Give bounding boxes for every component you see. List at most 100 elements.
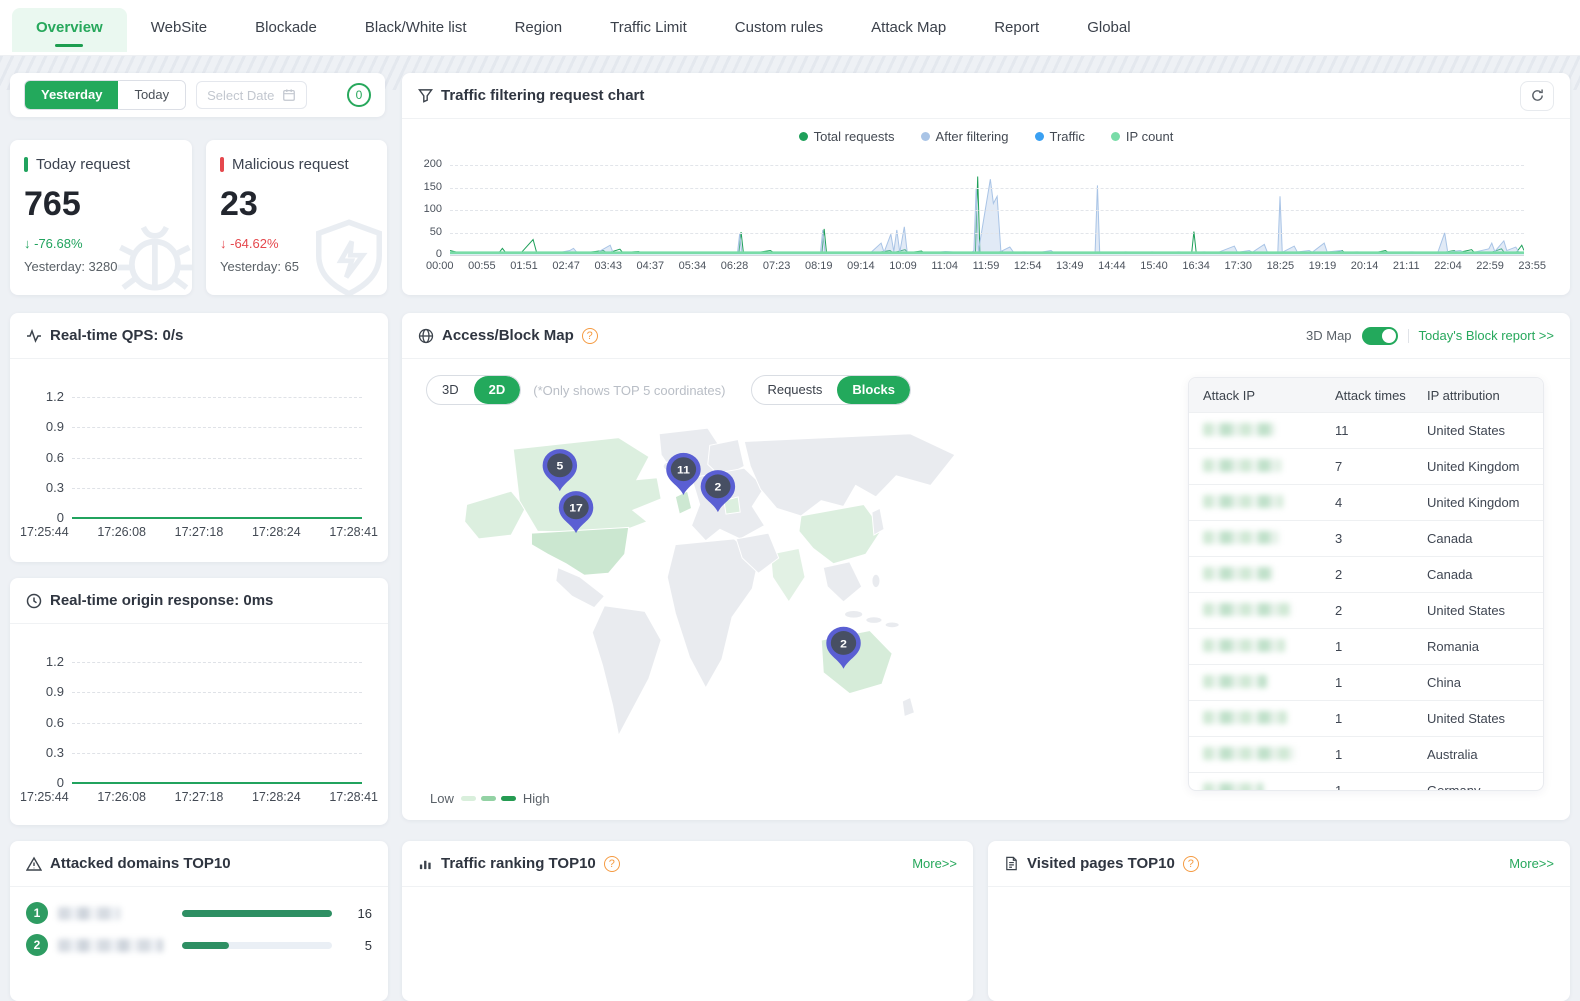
attacked-domains-list: 11625: [10, 887, 388, 961]
legend-item-after-filtering[interactable]: After filtering: [921, 129, 1009, 144]
ip-attribution-cell: United States: [1413, 711, 1543, 726]
blocks-button[interactable]: Blocks: [837, 376, 910, 404]
y-tick: 150: [406, 181, 442, 193]
attack-times-cell: 7: [1321, 459, 1413, 474]
select-date-input[interactable]: Select Date: [196, 81, 307, 109]
tab-region[interactable]: Region: [491, 8, 587, 52]
traffic-ranking-more-link[interactable]: More>>: [912, 856, 957, 871]
grid-line: [72, 753, 362, 754]
attack-ip-cell: [1189, 783, 1321, 792]
density-swatch: [501, 796, 516, 801]
attack-ip-cell: [1189, 711, 1321, 727]
attack-table-header: Attack IPAttack timesIP attribution: [1189, 378, 1543, 412]
visited-pages-help-icon[interactable]: ?: [1183, 856, 1199, 872]
attacked-domains-title: Attacked domains TOP10: [50, 855, 231, 872]
qps-title: Real-time QPS: 0/s: [50, 327, 183, 344]
legend-dot: [1035, 132, 1044, 141]
tab-traffic-limit[interactable]: Traffic Limit: [586, 8, 711, 52]
x-tick: 12:54: [1014, 260, 1042, 272]
refresh-button[interactable]: [1520, 81, 1554, 111]
attack-ip-table: Attack IPAttack timesIP attribution 1 1 Un…: [1188, 377, 1544, 791]
attack-times-cell: 1: [1321, 675, 1413, 690]
x-tick: 17:26:08: [97, 525, 146, 539]
y-tick: 0: [26, 775, 64, 790]
x-tick: 03:43: [594, 260, 622, 272]
yesterday-button[interactable]: Yesterday: [25, 81, 118, 109]
qps-zero-line: [72, 517, 362, 519]
tab-blockade[interactable]: Blockade: [231, 8, 341, 52]
mode-3d-button[interactable]: 3D: [427, 376, 474, 404]
visited-pages-more-link[interactable]: More>>: [1509, 856, 1554, 871]
blurred-ip: [1203, 531, 1279, 544]
y-tick: 200: [406, 158, 442, 170]
y-tick: 0.6: [26, 450, 64, 465]
attack-times-cell: 1: [1321, 639, 1413, 654]
clock-icon: [26, 593, 42, 609]
mode-2d-button[interactable]: 2D: [474, 376, 521, 404]
blurred-ip: [1203, 495, 1283, 508]
attack-count: 16: [342, 906, 372, 921]
legend-item-traffic[interactable]: Traffic: [1035, 129, 1085, 144]
requests-button[interactable]: Requests: [752, 376, 837, 404]
legend-item-ip-count[interactable]: IP count: [1111, 129, 1173, 144]
traffic-ranking-help-icon[interactable]: ?: [604, 856, 620, 872]
y-tick: 0: [406, 248, 442, 260]
attack-ip-cell: [1189, 423, 1321, 439]
realtime-origin-card: Real-time origin response: 0ms 1.20.90.6…: [10, 578, 388, 825]
domain-attack-bar: [182, 942, 332, 949]
ip-attribution-cell: Canada: [1413, 531, 1543, 546]
legend-label: Total requests: [814, 129, 895, 144]
blurred-ip: [1203, 783, 1263, 792]
map-3d-toggle[interactable]: [1362, 327, 1398, 345]
y-tick: 1.2: [26, 389, 64, 404]
x-tick: 09:14: [847, 260, 875, 272]
attack-times-cell: 2: [1321, 567, 1413, 582]
legend-high-label: High: [523, 791, 550, 806]
x-tick: 07:23: [763, 260, 791, 272]
y-tick: 0.3: [26, 480, 64, 495]
x-tick: 17:28:41: [329, 525, 378, 539]
y-tick: 0.9: [26, 684, 64, 699]
realtime-qps-card: Real-time QPS: 0/s 1.20.90.60.30 17:25:4…: [10, 313, 388, 562]
attack-ip-cell: [1189, 567, 1321, 583]
today-request-card: Today request 765 ↓ -76.68% Yesterday: 3…: [10, 140, 192, 295]
rank-badge: 1: [26, 902, 48, 924]
tab-report[interactable]: Report: [970, 8, 1063, 52]
table-row: 7United Kingdom: [1189, 448, 1543, 484]
svg-text:5: 5: [556, 459, 563, 473]
today-button[interactable]: Today: [118, 81, 185, 109]
x-tick: 17:25:44: [20, 790, 69, 804]
qps-plot: 1.20.90.60.30: [72, 397, 362, 518]
attack-times-cell: 1: [1321, 783, 1413, 791]
map-help-icon[interactable]: ?: [582, 328, 598, 344]
tab-black-white-list[interactable]: Black/White list: [341, 8, 491, 52]
grid-line: [450, 188, 1524, 189]
ip-attribution-cell: Romania: [1413, 639, 1543, 654]
block-report-link[interactable]: Today's Block report >>: [1419, 328, 1554, 343]
grid-line: [72, 397, 362, 398]
attack-times-cell: 4: [1321, 495, 1413, 510]
origin-title: Real-time origin response: 0ms: [50, 592, 273, 609]
map-mode-segment: 3D 2D: [426, 375, 521, 405]
map-note: (*Only shows TOP 5 coordinates): [533, 383, 725, 398]
legend-item-total-requests[interactable]: Total requests: [799, 129, 895, 144]
access-block-map-card: Access/Block Map ? 3D Map Today's Block …: [402, 313, 1570, 820]
malicious-request-card: Malicious request 23 ↓ -64.62% Yesterday…: [206, 140, 387, 295]
tab-website[interactable]: WebSite: [127, 8, 231, 52]
attack-count: 5: [342, 938, 372, 953]
origin-xticks: 17:25:4417:26:0817:27:1817:28:2417:28:41: [20, 790, 378, 804]
x-tick: 14:44: [1098, 260, 1126, 272]
traffic-ranking-card: Traffic ranking TOP10 ? More>>: [402, 841, 973, 1001]
legend-swatches: [461, 796, 516, 801]
x-tick: 17:27:18: [175, 525, 224, 539]
accent-bar: [220, 157, 224, 172]
tab-global[interactable]: Global: [1063, 8, 1154, 52]
tab-custom-rules[interactable]: Custom rules: [711, 8, 847, 52]
calendar-icon: [282, 88, 296, 102]
x-tick: 01:51: [510, 260, 538, 272]
grid-line: [450, 210, 1524, 211]
tab-overview[interactable]: Overview: [12, 8, 127, 52]
tab-attack-map[interactable]: Attack Map: [847, 8, 970, 52]
origin-zero-line: [72, 782, 362, 784]
grid-line: [72, 692, 362, 693]
